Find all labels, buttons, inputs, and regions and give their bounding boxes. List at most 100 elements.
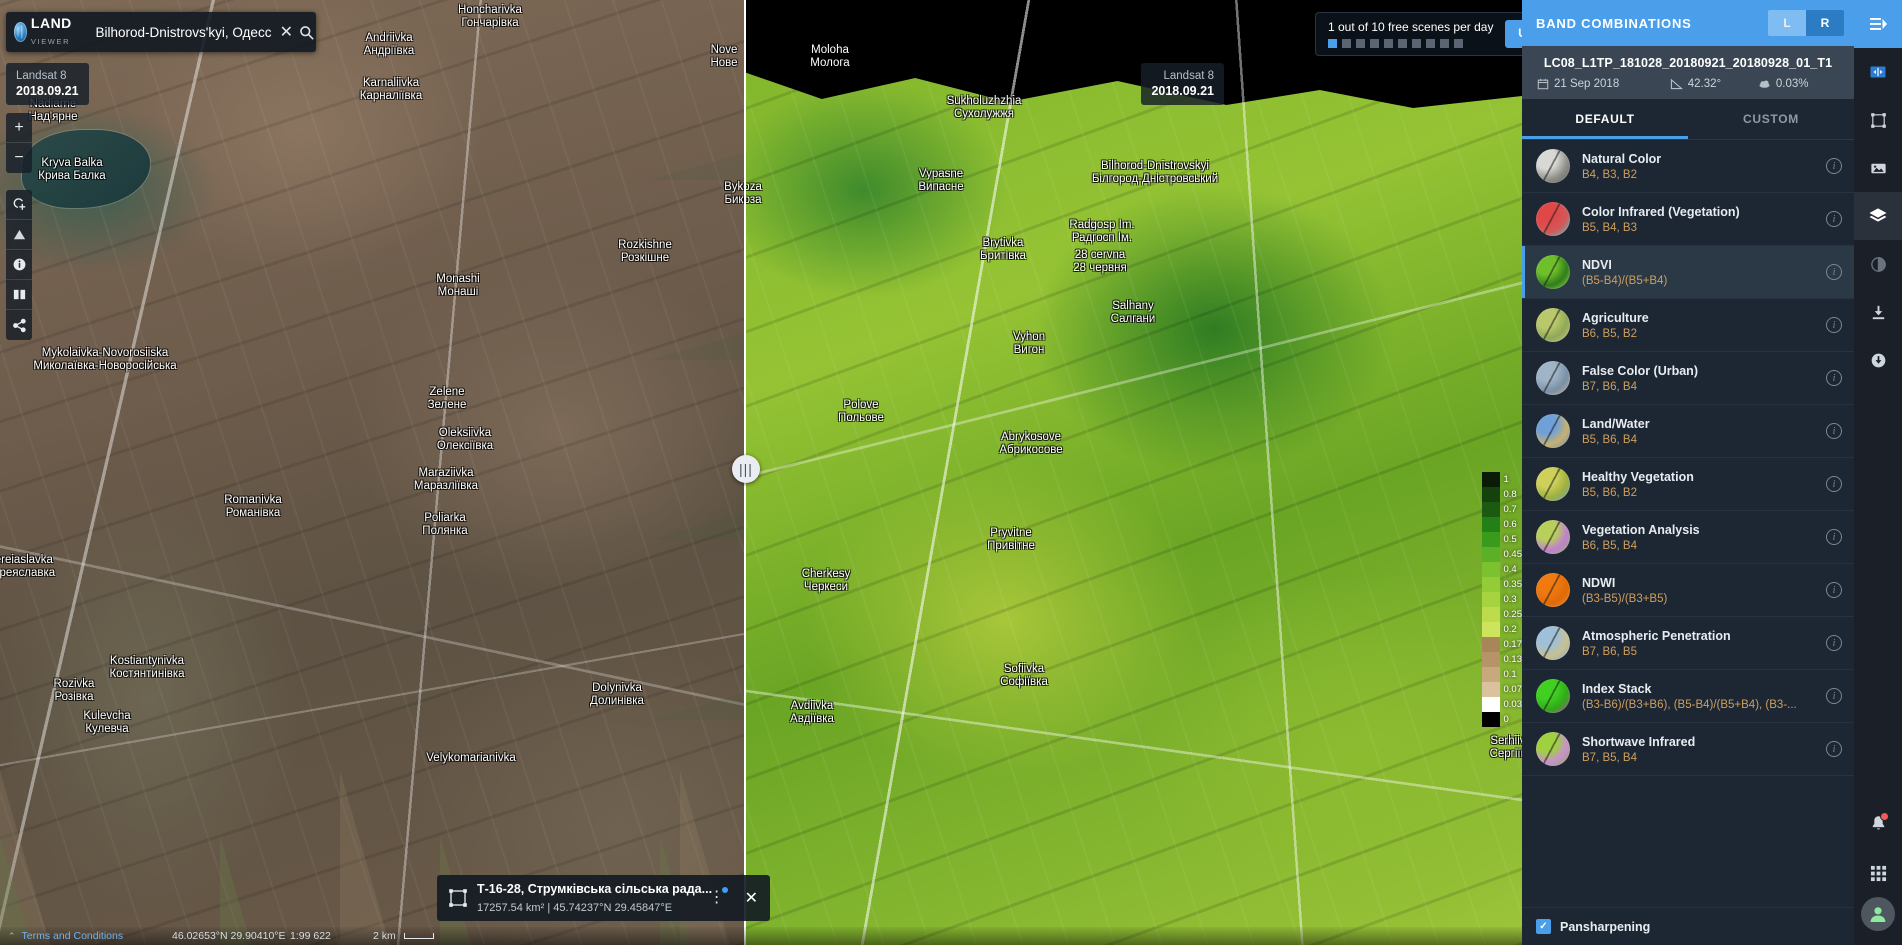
band-info-icon[interactable]: i <box>1826 211 1842 227</box>
panel-toggle-icon[interactable] <box>1854 0 1902 48</box>
band-text: NDVI(B5-B4)/(B5+B4) <box>1582 258 1814 287</box>
band-text: Shortwave InfraredB7, B5, B4 <box>1582 735 1814 764</box>
band-formula: B6, B5, B2 <box>1582 328 1814 340</box>
panel-tabs[interactable]: DEFAULTCUSTOM <box>1522 99 1854 140</box>
landviewer-logo[interactable]: LAND VIEWER <box>6 16 91 48</box>
book-icon[interactable] <box>6 280 32 310</box>
tab-default[interactable]: DEFAULT <box>1522 99 1688 139</box>
map-pane-natural-color[interactable] <box>0 0 744 945</box>
band-item-vegetation-analysis[interactable]: Vegetation AnalysisB6, B5, B4i <box>1522 511 1854 564</box>
band-info-icon[interactable]: i <box>1826 317 1842 333</box>
layers-icon[interactable] <box>1854 192 1902 240</box>
apps-grid-icon[interactable] <box>1854 849 1902 897</box>
band-item-ndvi[interactable]: NDVI(B5-B4)/(B5+B4) i <box>1522 246 1854 299</box>
zoom-in-button[interactable]: + <box>6 113 32 143</box>
band-info-icon[interactable]: i <box>1826 476 1842 492</box>
scene-toggle-right[interactable]: R <box>1806 10 1844 36</box>
map-tools-toolbar[interactable] <box>6 190 32 340</box>
pansharpening-toggle[interactable]: ✓ Pansharpening <box>1522 907 1854 945</box>
band-item-color-infrared-vegetation[interactable]: Color Infrared (Vegetation)B5, B4, B3i <box>1522 193 1854 246</box>
aoi-close-icon[interactable]: ✕ <box>739 888 764 908</box>
statusbar-expand-icon[interactable]: ⌃ <box>0 931 22 942</box>
band-item-land-water[interactable]: Land/WaterB5, B6, B4i <box>1522 405 1854 458</box>
band-formula: B5, B6, B2 <box>1582 487 1814 499</box>
ndvi-swatch <box>1482 652 1500 667</box>
band-name: Color Infrared (Vegetation) <box>1582 205 1814 219</box>
ndvi-tick-label: 0.5 <box>1504 532 1523 547</box>
share-icon[interactable] <box>6 310 32 340</box>
contrast-icon[interactable] <box>1854 240 1902 288</box>
aoi-info-popup[interactable]: Т-16-28, Струмківська сільська рада... 1… <box>437 875 770 921</box>
band-name: NDWI <box>1582 576 1814 590</box>
band-thumbnail <box>1536 520 1570 554</box>
band-text: Index Stack(B3-B6)/(B3+B6), (B5-B4)/(B5+… <box>1582 682 1814 711</box>
band-item-index-stack[interactable]: Index Stack(B3-B6)/(B3+B6), (B5-B4)/(B5+… <box>1522 670 1854 723</box>
clear-search-icon[interactable]: ✕ <box>276 12 296 52</box>
band-name: Atmospheric Penetration <box>1582 629 1814 643</box>
ndvi-tick-label: 0.4 <box>1504 562 1523 577</box>
image-icon[interactable] <box>1854 144 1902 192</box>
band-info-icon[interactable]: i <box>1826 688 1842 704</box>
aoi-box-icon[interactable] <box>1854 96 1902 144</box>
download-icon[interactable] <box>1854 288 1902 336</box>
band-info-icon[interactable]: i <box>1826 264 1842 280</box>
band-info-icon[interactable]: i <box>1826 741 1842 757</box>
scene-toggle-left[interactable]: L <box>1768 10 1806 36</box>
right-icon-rail[interactable] <box>1854 0 1902 945</box>
map-pane-ndvi[interactable] <box>744 0 1522 945</box>
search-icon[interactable] <box>296 12 316 52</box>
status-bar: ⌃ Terms and Conditions 46.02653°N 29.904… <box>0 927 1522 945</box>
band-text: NDWI(B3-B5)/(B3+B5) <box>1582 576 1814 605</box>
info-icon[interactable] <box>6 250 32 280</box>
band-info-icon[interactable]: i <box>1826 582 1842 598</box>
measure-icon[interactable] <box>6 220 32 250</box>
ndvi-legend: 10.80.70.60.50.450.40.350.30.250.20.170.… <box>1482 472 1523 727</box>
band-combinations-panel[interactable]: BAND COMBINATIONS L R LC08_L1TP_181028_2… <box>1522 0 1854 945</box>
band-text: False Color (Urban)B7, B6, B4 <box>1582 364 1814 393</box>
aoi-title: Т-16-28, Струмківська сільська рада... <box>477 882 712 896</box>
aoi-menu-icon[interactable]: ⋮ <box>703 890 731 906</box>
scene-date-field: 21 Sep 2018 <box>1536 77 1670 90</box>
swipe-handle[interactable]: ||| <box>732 455 760 483</box>
band-item-false-color-urban[interactable]: False Color (Urban)B7, B6, B4 i <box>1522 352 1854 405</box>
ndvi-tick-label: 0.1 <box>1504 667 1523 682</box>
band-thumbnail <box>1536 679 1570 713</box>
search-area-icon[interactable] <box>6 190 32 220</box>
ndvi-swatch <box>1482 517 1500 532</box>
search-input[interactable] <box>91 25 276 40</box>
band-info-icon[interactable]: i <box>1826 370 1842 386</box>
ndvi-tick-label: 0.45 <box>1504 547 1523 562</box>
compare-split-icon[interactable] <box>1854 48 1902 96</box>
pansharpening-checkbox[interactable]: ✓ <box>1536 919 1551 934</box>
band-info-icon[interactable]: i <box>1826 423 1842 439</box>
band-combination-list[interactable]: Natural ColorB4, B3, B2iColor Infrared (… <box>1522 140 1854 907</box>
panel-header: BAND COMBINATIONS L R <box>1522 0 1854 46</box>
globe-icon <box>14 22 27 42</box>
download-circle-icon[interactable] <box>1854 336 1902 384</box>
band-name: Agriculture <box>1582 311 1814 325</box>
logo-text-primary: LAND <box>31 15 72 31</box>
zoom-out-button[interactable]: − <box>6 143 32 173</box>
ndvi-tick-label: 0.6 <box>1504 517 1523 532</box>
band-info-icon[interactable]: i <box>1826 158 1842 174</box>
notifications-bell-icon[interactable] <box>1854 801 1902 849</box>
ndvi-swatch <box>1482 622 1500 637</box>
left-right-scene-toggle[interactable]: L R <box>1768 10 1844 36</box>
band-info-icon[interactable]: i <box>1826 529 1842 545</box>
band-thumbnail <box>1536 361 1570 395</box>
tab-custom[interactable]: CUSTOM <box>1688 99 1854 139</box>
band-name: Index Stack <box>1582 682 1814 696</box>
zoom-toolbar[interactable]: + − <box>6 113 32 173</box>
band-item-agriculture[interactable]: Agriculture B6, B5, B2 i <box>1522 299 1854 352</box>
band-item-shortwave-infrared[interactable]: Shortwave InfraredB7, B5, B4 i <box>1522 723 1854 776</box>
user-avatar[interactable] <box>1861 897 1895 931</box>
map-canvas[interactable]: ||| HoncharivkaГончарівкаNoveНовеMolohaМ… <box>0 0 1522 945</box>
band-info-icon[interactable]: i <box>1826 635 1842 651</box>
search-bar[interactable]: LAND VIEWER ✕ <box>6 12 316 52</box>
terms-and-conditions-link[interactable]: Terms and Conditions <box>22 930 124 942</box>
band-thumbnail <box>1536 414 1570 448</box>
band-item-natural-color[interactable]: Natural ColorB4, B3, B2i <box>1522 140 1854 193</box>
band-item-ndwi[interactable]: NDWI(B3-B5)/(B3+B5) i <box>1522 564 1854 617</box>
band-item-atmospheric-penetration[interactable]: Atmospheric PenetrationB7, B6, B5i <box>1522 617 1854 670</box>
band-item-healthy-vegetation[interactable]: Healthy VegetationB5, B6, B2i <box>1522 458 1854 511</box>
